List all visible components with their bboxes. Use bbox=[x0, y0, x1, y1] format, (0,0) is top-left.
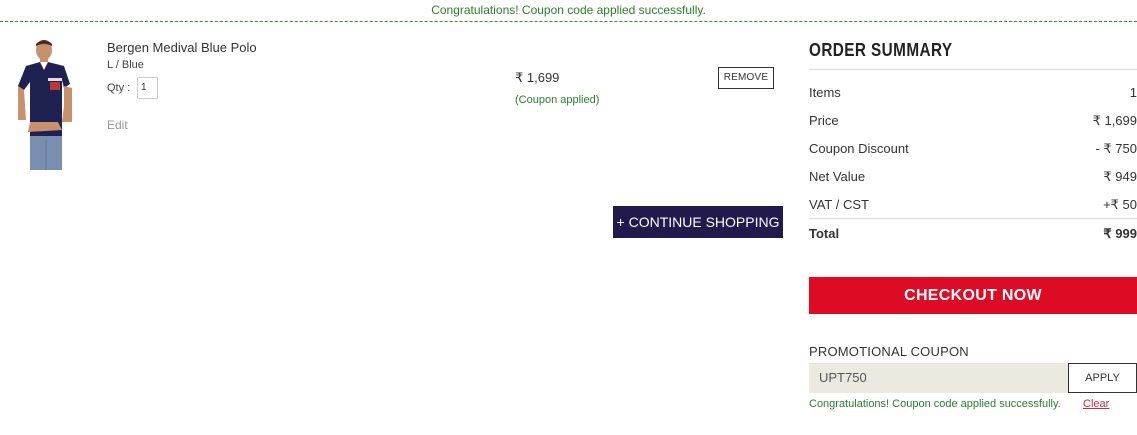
promo-coupon-label: PROMOTIONAL COUPON bbox=[809, 344, 969, 359]
promo-code-input[interactable]: UPT750 bbox=[809, 363, 1068, 393]
qty-input[interactable]: 1 bbox=[137, 77, 158, 99]
item-variant: L / Blue bbox=[107, 59, 144, 71]
total-label: Total bbox=[809, 226, 840, 241]
summary-row-total: Total ₹ 999 bbox=[809, 226, 1137, 246]
summary-value: +₹ 50 bbox=[1103, 197, 1137, 212]
success-banner-text: Congratulations! Coupon code applied suc… bbox=[431, 3, 706, 17]
qty-label: Qty : bbox=[107, 82, 131, 94]
total-divider bbox=[809, 218, 1137, 219]
summary-label: VAT / CST bbox=[809, 197, 869, 212]
summary-label: Price bbox=[809, 113, 839, 128]
edit-link[interactable]: Edit bbox=[107, 118, 128, 132]
item-name[interactable]: Bergen Medival Blue Polo bbox=[107, 40, 257, 55]
apply-coupon-button[interactable]: APPLY bbox=[1068, 363, 1137, 393]
summary-divider bbox=[809, 69, 1137, 70]
product-image[interactable] bbox=[12, 36, 80, 172]
summary-row-vat: VAT / CST +₹ 50 bbox=[809, 197, 1137, 217]
summary-row-price: Price ₹ 1,699 bbox=[809, 113, 1137, 133]
remove-button[interactable]: REMOVE bbox=[718, 67, 774, 89]
order-summary-title: ORDER SUMMARY bbox=[809, 40, 953, 60]
coupon-applied-note: (Coupon applied) bbox=[515, 94, 600, 106]
summary-row-items: Items 1 bbox=[809, 85, 1137, 105]
summary-label: Net Value bbox=[809, 169, 866, 184]
clear-coupon-link[interactable]: Clear bbox=[1083, 398, 1109, 410]
checkout-now-button[interactable]: CHECKOUT NOW bbox=[809, 277, 1137, 314]
summary-row-coupon-discount: Coupon Discount - ₹ 750 bbox=[809, 141, 1137, 161]
summary-value: 1 bbox=[1129, 85, 1137, 100]
item-price: ₹ 1,699 bbox=[515, 70, 560, 85]
promo-success-message: Congratulations! Coupon code applied suc… bbox=[809, 398, 1061, 410]
continue-shopping-button[interactable]: + CONTINUE SHOPPING bbox=[613, 206, 783, 238]
summary-label: Items bbox=[809, 85, 841, 100]
summary-value: - ₹ 750 bbox=[1095, 141, 1137, 156]
success-banner: Congratulations! Coupon code applied suc… bbox=[0, 0, 1137, 22]
summary-value: ₹ 949 bbox=[1103, 169, 1137, 184]
summary-value: ₹ 1,699 bbox=[1092, 113, 1137, 128]
summary-label: Coupon Discount bbox=[809, 141, 909, 156]
summary-row-net-value: Net Value ₹ 949 bbox=[809, 169, 1137, 189]
total-value: ₹ 999 bbox=[1103, 226, 1137, 241]
